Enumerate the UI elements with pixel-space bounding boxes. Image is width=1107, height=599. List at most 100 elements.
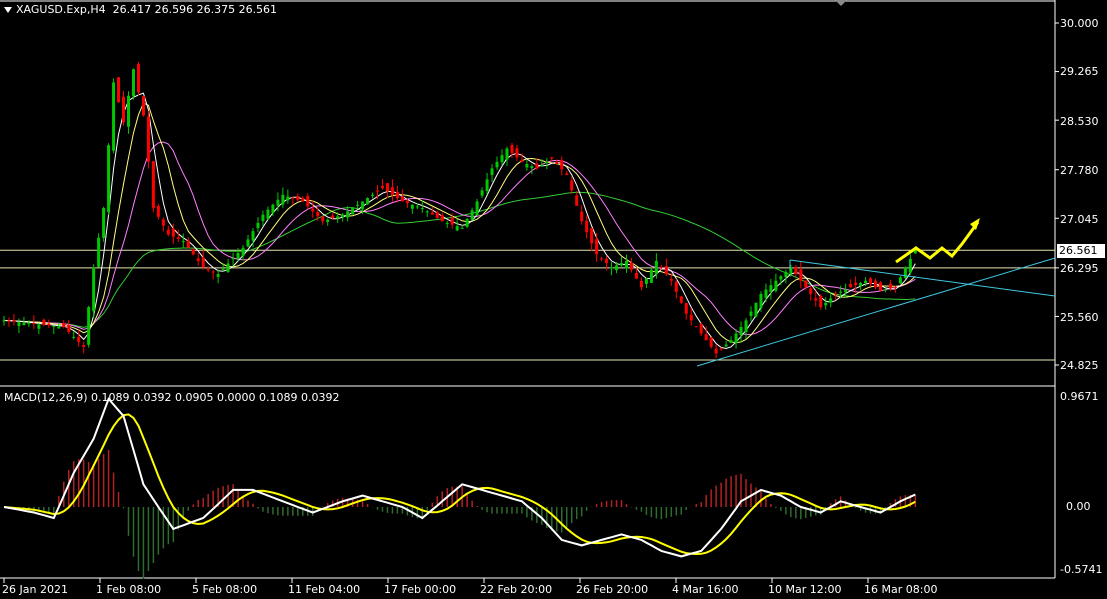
candle-body [32, 323, 36, 325]
candle-body [649, 269, 653, 283]
dropdown-arrow-icon[interactable] [4, 7, 12, 13]
candle-body [804, 280, 808, 288]
candle-body [540, 165, 544, 167]
candle-body [535, 163, 539, 169]
projection-arrowhead [970, 218, 980, 230]
candle-body [410, 204, 414, 209]
candle-body [67, 325, 71, 332]
candle-body [729, 340, 733, 343]
candle-body [819, 295, 823, 308]
symbol-label: XAGUSD.Exp,H4 [16, 3, 106, 16]
candle-body [908, 258, 912, 273]
candle-body [445, 222, 449, 225]
candle-body [306, 196, 310, 207]
time-tick: 5 Feb 08:00 [192, 583, 258, 596]
chart-shift-marker[interactable] [835, 0, 847, 6]
candle-body [316, 212, 320, 217]
candle-body [634, 272, 638, 279]
time-tick: 16 Mar 08:00 [864, 583, 938, 596]
candle-body [186, 240, 190, 248]
candle-body [281, 194, 285, 205]
candle-body [625, 260, 628, 269]
candle-body [72, 336, 76, 338]
candle-body [351, 208, 355, 215]
candle-body [644, 278, 648, 284]
candle-body [395, 191, 399, 199]
candle-body [271, 204, 275, 213]
candle-body [490, 168, 494, 175]
candle-body [87, 307, 91, 345]
candle-body [864, 280, 868, 283]
candle-body [331, 215, 335, 218]
ma-slow-line [3, 102, 916, 344]
candle-body [495, 161, 499, 168]
candle-body [744, 320, 748, 333]
candle-body [405, 200, 409, 204]
time-tick: 10 Mar 12:00 [768, 583, 842, 596]
candle-body [420, 208, 424, 210]
candle-body [326, 219, 330, 222]
chart-canvas [0, 0, 1059, 583]
candle-body [231, 258, 235, 260]
candle-body [903, 267, 907, 279]
candle-body [749, 311, 753, 316]
candle-body [296, 195, 300, 200]
macd-header: MACD(12,26,9) 0.1089 0.0392 0.0905 0.000… [4, 391, 339, 404]
candle-body [769, 285, 773, 292]
candle-body [709, 337, 713, 347]
candle-body [216, 274, 220, 277]
candle-body [7, 320, 11, 322]
candle-body [256, 222, 260, 229]
current-price-tag: 26.561 [1057, 244, 1105, 258]
candle-body [754, 302, 758, 317]
candle-body [151, 161, 155, 209]
candle-body [510, 145, 514, 153]
candle-body [341, 214, 345, 218]
time-tick: 17 Feb 00:00 [384, 583, 457, 596]
candle-body [2, 320, 6, 322]
candle-body [893, 286, 897, 288]
price-tick: 28.530 [1060, 115, 1099, 128]
candle-body [545, 161, 549, 164]
ma-fast-line [3, 92, 916, 350]
candle-body [839, 291, 843, 293]
candle-body [17, 322, 21, 327]
candle-body [883, 289, 887, 291]
candle-body [425, 211, 429, 213]
candle-body [605, 258, 609, 264]
price-tick: 30.000 [1060, 17, 1099, 30]
candle-body [585, 220, 589, 233]
candle-body [684, 303, 688, 314]
candle-body [321, 216, 325, 222]
candle-body [570, 180, 574, 191]
candle-body [385, 183, 389, 192]
candle-body [475, 201, 479, 216]
candle-body [580, 211, 584, 222]
candle-body [196, 258, 200, 261]
candle-body [146, 116, 150, 162]
candle-body [12, 320, 16, 322]
macd-tick: 0.9671 [1060, 390, 1099, 403]
candle-body [127, 95, 130, 127]
candle-body [610, 267, 614, 269]
macd-label: MACD(12,26,9) [4, 391, 88, 404]
candle-body [176, 237, 180, 239]
candle-body [361, 201, 365, 210]
time-tick: 22 Feb 20:00 [480, 583, 553, 596]
descending-trendline [789, 259, 1056, 297]
candle-body [739, 327, 743, 336]
macd-values: 0.1089 0.0392 0.0905 0.0000 0.1089 0.039… [91, 391, 340, 404]
candle-body [470, 210, 474, 220]
ohlc-values: 26.417 26.596 26.375 26.561 [112, 3, 278, 16]
candle-body [595, 239, 599, 255]
candle-body [878, 282, 882, 291]
candle-body [102, 208, 106, 238]
candle-body [859, 282, 863, 287]
macd-tick: 0.00 [1066, 500, 1091, 513]
candle-body [201, 257, 205, 268]
candle-body [794, 267, 798, 275]
candle-body [520, 160, 524, 162]
candle-body [336, 216, 340, 219]
candle-body [241, 247, 245, 257]
candle-body [485, 179, 489, 191]
